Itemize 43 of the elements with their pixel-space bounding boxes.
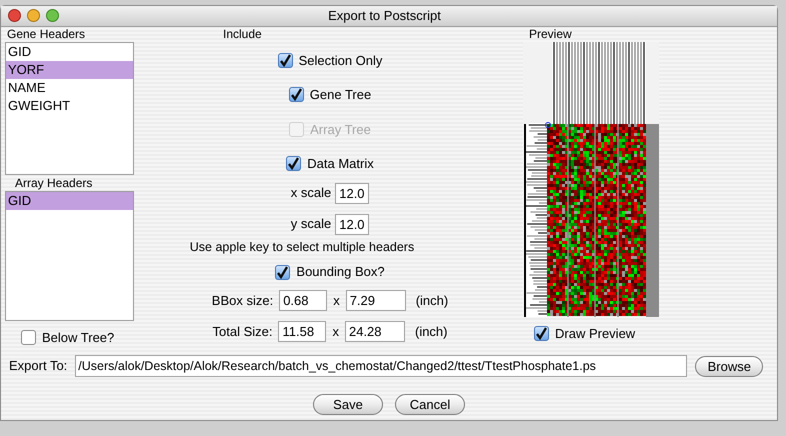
zoom-icon[interactable] xyxy=(46,9,59,22)
unit-label: (inch) xyxy=(414,322,448,341)
checkbox-label: Selection Only xyxy=(298,52,382,70)
unit-label: (inch) xyxy=(416,292,448,310)
checkbox-label: Below Tree? xyxy=(42,328,114,346)
section-title: Preview xyxy=(529,26,573,42)
list-item[interactable]: GID xyxy=(6,192,133,210)
text-field[interactable]: 0.68 xyxy=(279,290,328,311)
checkbox-label: Array Tree xyxy=(310,120,371,139)
field-label: Export To: xyxy=(9,357,68,376)
checkbox[interactable] xyxy=(288,87,304,102)
checkbox-label: Gene Tree xyxy=(310,86,372,104)
checkbox[interactable] xyxy=(275,264,290,280)
push-button[interactable]: Cancel xyxy=(395,394,465,415)
path-field[interactable]: /Users/alok/Desktop/Alok/Research/batch_vs_chemostat/Changed2/ttest/TtestPhosphate1.ps xyxy=(75,355,688,377)
text-field[interactable]: 12.0 xyxy=(335,214,370,234)
push-button[interactable]: Browse xyxy=(695,356,764,376)
close-icon[interactable] xyxy=(8,9,21,22)
section-title: Array Headers xyxy=(15,176,94,190)
checkbox[interactable] xyxy=(278,52,293,68)
size-label: Total Size: xyxy=(212,322,272,340)
times-sign: x xyxy=(332,322,339,340)
checkbox[interactable] xyxy=(286,156,302,172)
checkbox-label: Draw Preview xyxy=(555,324,636,342)
checkbox-label: Bounding Box? xyxy=(296,263,385,282)
push-button[interactable]: Save xyxy=(313,394,383,415)
checkbox-label: Data Matrix xyxy=(307,155,374,173)
checkbox[interactable] xyxy=(21,330,36,345)
window-title: Export to Postscript xyxy=(327,7,442,25)
text-field[interactable]: 24.28 xyxy=(344,320,405,342)
scale-label: y scale xyxy=(290,215,332,234)
checkbox[interactable] xyxy=(534,326,549,341)
scale-label: x scale xyxy=(290,184,332,202)
section-title: Include xyxy=(223,26,262,42)
text-field[interactable]: 12.0 xyxy=(335,182,370,204)
text-field[interactable]: 11.58 xyxy=(278,320,326,342)
times-sign: x xyxy=(333,292,340,310)
text-field[interactable]: 7.29 xyxy=(346,290,406,311)
hint-text: Use apple key to select multiple headers xyxy=(190,238,414,256)
minimize-icon[interactable] xyxy=(27,9,40,22)
size-label: BBox size: xyxy=(212,292,274,310)
section-title: Gene Headers xyxy=(7,26,86,42)
list-item[interactable]: YORF xyxy=(6,60,133,78)
